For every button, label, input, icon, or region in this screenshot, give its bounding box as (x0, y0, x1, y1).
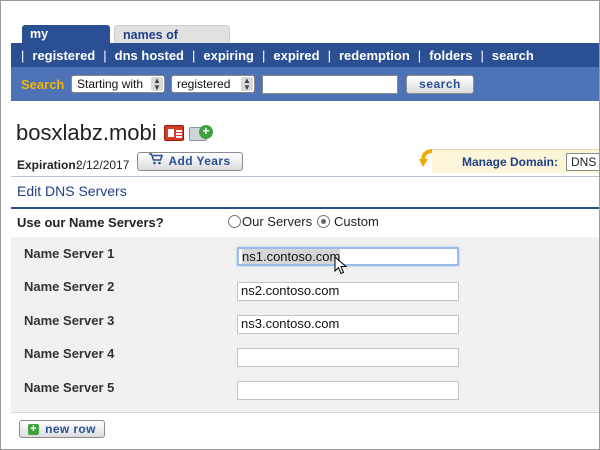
name-servers-panel: Name Server 1 ns1.contoso.com Name Serve… (11, 237, 599, 412)
use-name-servers-row: Use our Name Servers? Our Servers Custom (11, 209, 599, 235)
manage-domain-select[interactable]: DNS Se (566, 152, 599, 171)
select-arrows-icon: ▲ ▼ (151, 77, 163, 92)
manage-domain-label: Manage Domain: (462, 154, 559, 169)
table-row: Name Server 5 (11, 376, 599, 409)
top-tabs: my domains names of interest (22, 25, 230, 60)
bottom-toolbar: + new row (11, 412, 599, 449)
table-row: Name Server 2 ns2.contoso.com (11, 275, 599, 308)
manage-domain-bar: Manage Domain: DNS Se (432, 149, 599, 173)
name-server-label: Name Server 1 (24, 246, 115, 261)
name-server-1-input[interactable]: ns1.contoso.com (237, 247, 459, 266)
nav-separator: | (21, 47, 25, 63)
select-arrows-icon: ▲ ▼ (241, 77, 253, 92)
search-mode-select[interactable]: Starting with ▲ ▼ (71, 75, 165, 93)
name-server-label: Name Server 2 (24, 279, 115, 294)
cart-icon (149, 153, 164, 170)
name-server-label: Name Server 5 (24, 380, 115, 395)
name-server-3-input[interactable]: ns3.contoso.com (237, 315, 459, 334)
search-scope-value: registered (177, 77, 231, 91)
nav-separator: | (417, 47, 422, 63)
tab-names-of-interest[interactable]: names of interest (114, 25, 230, 60)
add-years-label: Add Years (168, 154, 231, 168)
id-card-icon[interactable] (164, 125, 184, 141)
edit-dns-title: Edit DNS Servers (17, 183, 127, 199)
add-folder-icon[interactable]: + (189, 125, 213, 141)
name-server-4-input[interactable] (237, 348, 459, 367)
radio-custom[interactable] (317, 215, 330, 228)
domain-title: bosxlabz.mobi (16, 120, 157, 145)
nav-item-redemption[interactable]: redemption (339, 48, 410, 63)
nav-item-expiring[interactable]: expiring (203, 48, 254, 63)
nav-item-registered[interactable]: registered (32, 48, 95, 63)
divider (11, 176, 599, 177)
name-server-5-input[interactable] (237, 381, 459, 400)
nav-item-dns-hosted[interactable]: dns hosted (115, 48, 184, 63)
new-row-button[interactable]: + new row (19, 420, 105, 438)
radio-custom-label: Custom (334, 214, 379, 229)
search-label: Search (21, 76, 65, 92)
expiration-value: 2/12/2017 (76, 158, 130, 172)
nav-separator: | (261, 47, 266, 63)
name-server-2-input[interactable]: ns2.contoso.com (237, 282, 459, 301)
name-server-label: Name Server 3 (24, 313, 115, 328)
nav-separator: | (327, 47, 331, 63)
pointer-cursor-icon (334, 255, 348, 276)
table-row: Name Server 3 ns3.contoso.com (11, 309, 599, 342)
table-row: Name Server 1 ns1.contoso.com (11, 242, 599, 275)
new-row-label: new row (45, 422, 96, 436)
search-bar: Search Starting with ▲ ▼ registered ▲ ▼ se… (11, 67, 599, 101)
nav-item-search[interactable]: search (492, 48, 534, 63)
nav-separator: | (103, 47, 107, 63)
name-server-value: ns1.contoso.com (242, 249, 341, 264)
add-years-button[interactable]: Add Years (137, 152, 243, 171)
expiration-label: Expiration: (17, 158, 80, 172)
nav-separator: | (192, 47, 196, 63)
plus-icon: + (28, 423, 40, 435)
nav-item-expired[interactable]: expired (273, 48, 319, 63)
search-button[interactable]: search (406, 74, 474, 94)
app-window: my domains names of interest | registere… (0, 0, 600, 450)
search-scope-select[interactable]: registered ▲ ▼ (171, 75, 255, 93)
tab-my-domains[interactable]: my domains (22, 25, 110, 59)
radio-our-servers-label: Our Servers (242, 214, 313, 229)
search-input[interactable] (262, 74, 398, 94)
name-server-label: Name Server 4 (24, 346, 115, 361)
search-mode-value: Starting with (77, 77, 144, 91)
table-row: Name Server 4 (11, 342, 599, 375)
radio-our-servers[interactable] (228, 215, 241, 228)
main-nav: | registered | dns hosted | expiring | e… (11, 43, 599, 67)
use-name-servers-label: Use our Name Servers? (17, 215, 164, 230)
nav-separator: | (480, 47, 484, 63)
nav-item-folders[interactable]: folders (429, 48, 472, 63)
